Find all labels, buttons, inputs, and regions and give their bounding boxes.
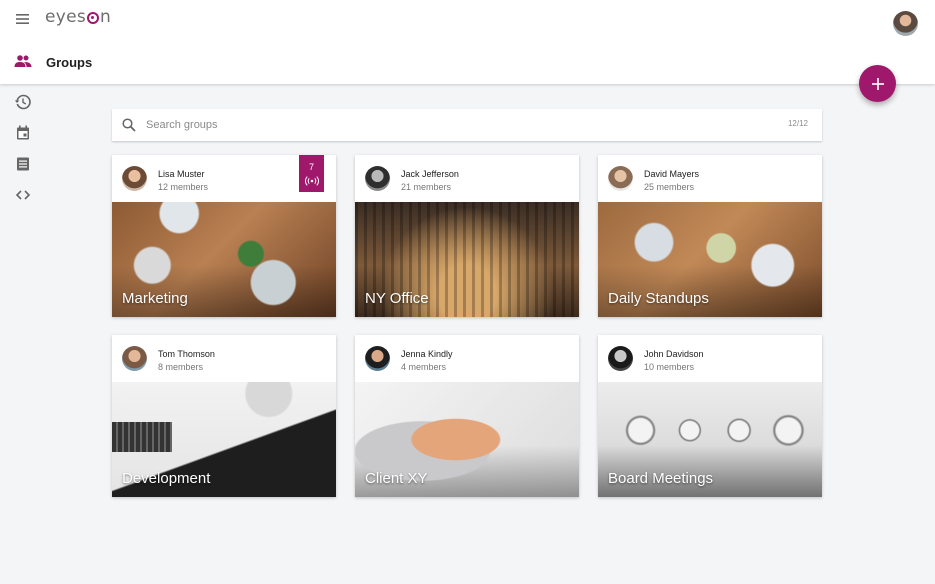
member-count: 10 members: [644, 362, 695, 372]
search-icon: [122, 118, 136, 132]
live-participant-count: 7: [308, 162, 314, 172]
group-card-client-xy[interactable]: Client XY Jenna Kindly 4 members: [355, 335, 579, 497]
add-group-button[interactable]: [859, 65, 896, 102]
owner-avatar: [608, 346, 633, 371]
card-header: Lisa Muster 12 members 7: [112, 155, 336, 202]
group-title: Development: [122, 470, 211, 487]
owner-avatar: [122, 166, 147, 191]
group-icon[interactable]: [14, 54, 32, 68]
user-avatar[interactable]: [893, 11, 918, 36]
group-card-marketing[interactable]: Marketing Lisa Muster 12 members 7: [112, 155, 336, 317]
member-count: 25 members: [644, 182, 695, 192]
group-title: Marketing: [122, 290, 188, 307]
owner-name: David Mayers: [644, 169, 700, 179]
eyeson-logo[interactable]: eyes n: [45, 7, 111, 27]
member-count: 4 members: [401, 362, 447, 372]
card-header: Jack Jefferson 21 members: [355, 155, 579, 202]
search-result-count: 12/12: [787, 119, 808, 128]
code-icon[interactable]: [14, 186, 32, 204]
member-count: 21 members: [401, 182, 452, 192]
member-count: 8 members: [158, 362, 204, 372]
group-cover-image: Marketing: [112, 202, 336, 317]
owner-name: John Davidson: [644, 349, 704, 359]
group-title: Board Meetings: [608, 470, 714, 487]
group-title: Client XY: [365, 470, 428, 487]
history-icon[interactable]: [14, 93, 32, 111]
owner-name: Tom Thomson: [158, 349, 215, 359]
broadcast-icon: [304, 176, 319, 186]
card-header: John Davidson 10 members: [598, 335, 822, 382]
page-title: Groups: [46, 55, 93, 70]
group-title: Daily Standups: [608, 290, 709, 307]
group-cover-image: NY Office: [355, 202, 579, 317]
group-card-board-meetings[interactable]: Board Meetings John Davidson 10 members: [598, 335, 822, 497]
plus-icon: [871, 77, 884, 90]
card-header: Tom Thomson 8 members: [112, 335, 336, 382]
owner-avatar: [365, 346, 390, 371]
live-session-badge[interactable]: 7: [299, 155, 324, 192]
group-card-development[interactable]: Development Tom Thomson 8 members: [112, 335, 336, 497]
owner-avatar: [365, 166, 390, 191]
group-cover-image: Client XY: [355, 382, 579, 497]
card-header: Jenna Kindly 4 members: [355, 335, 579, 382]
group-card-ny-office[interactable]: NY Office Jack Jefferson 21 members: [355, 155, 579, 317]
owner-name: Jack Jefferson: [401, 169, 459, 179]
top-bar: eyes n Groups: [0, 0, 935, 84]
card-header: David Mayers 25 members: [598, 155, 822, 202]
search-input[interactable]: [146, 113, 746, 137]
group-title: NY Office: [365, 290, 429, 307]
calendar-icon[interactable]: [14, 124, 32, 142]
owner-name: Jenna Kindly: [401, 349, 453, 359]
owner-avatar: [608, 166, 633, 191]
owner-avatar: [122, 346, 147, 371]
group-cover-image: Daily Standups: [598, 202, 822, 317]
search-bar: 12/12: [112, 109, 822, 141]
logo-eye-icon: [87, 12, 100, 24]
owner-name: Lisa Muster: [158, 169, 205, 179]
group-cover-image: Board Meetings: [598, 382, 822, 497]
menu-icon[interactable]: [14, 10, 32, 28]
list-icon[interactable]: [14, 155, 32, 173]
group-cover-image: Development: [112, 382, 336, 497]
group-card-daily-standups[interactable]: Daily Standups David Mayers 25 members: [598, 155, 822, 317]
member-count: 12 members: [158, 182, 209, 192]
